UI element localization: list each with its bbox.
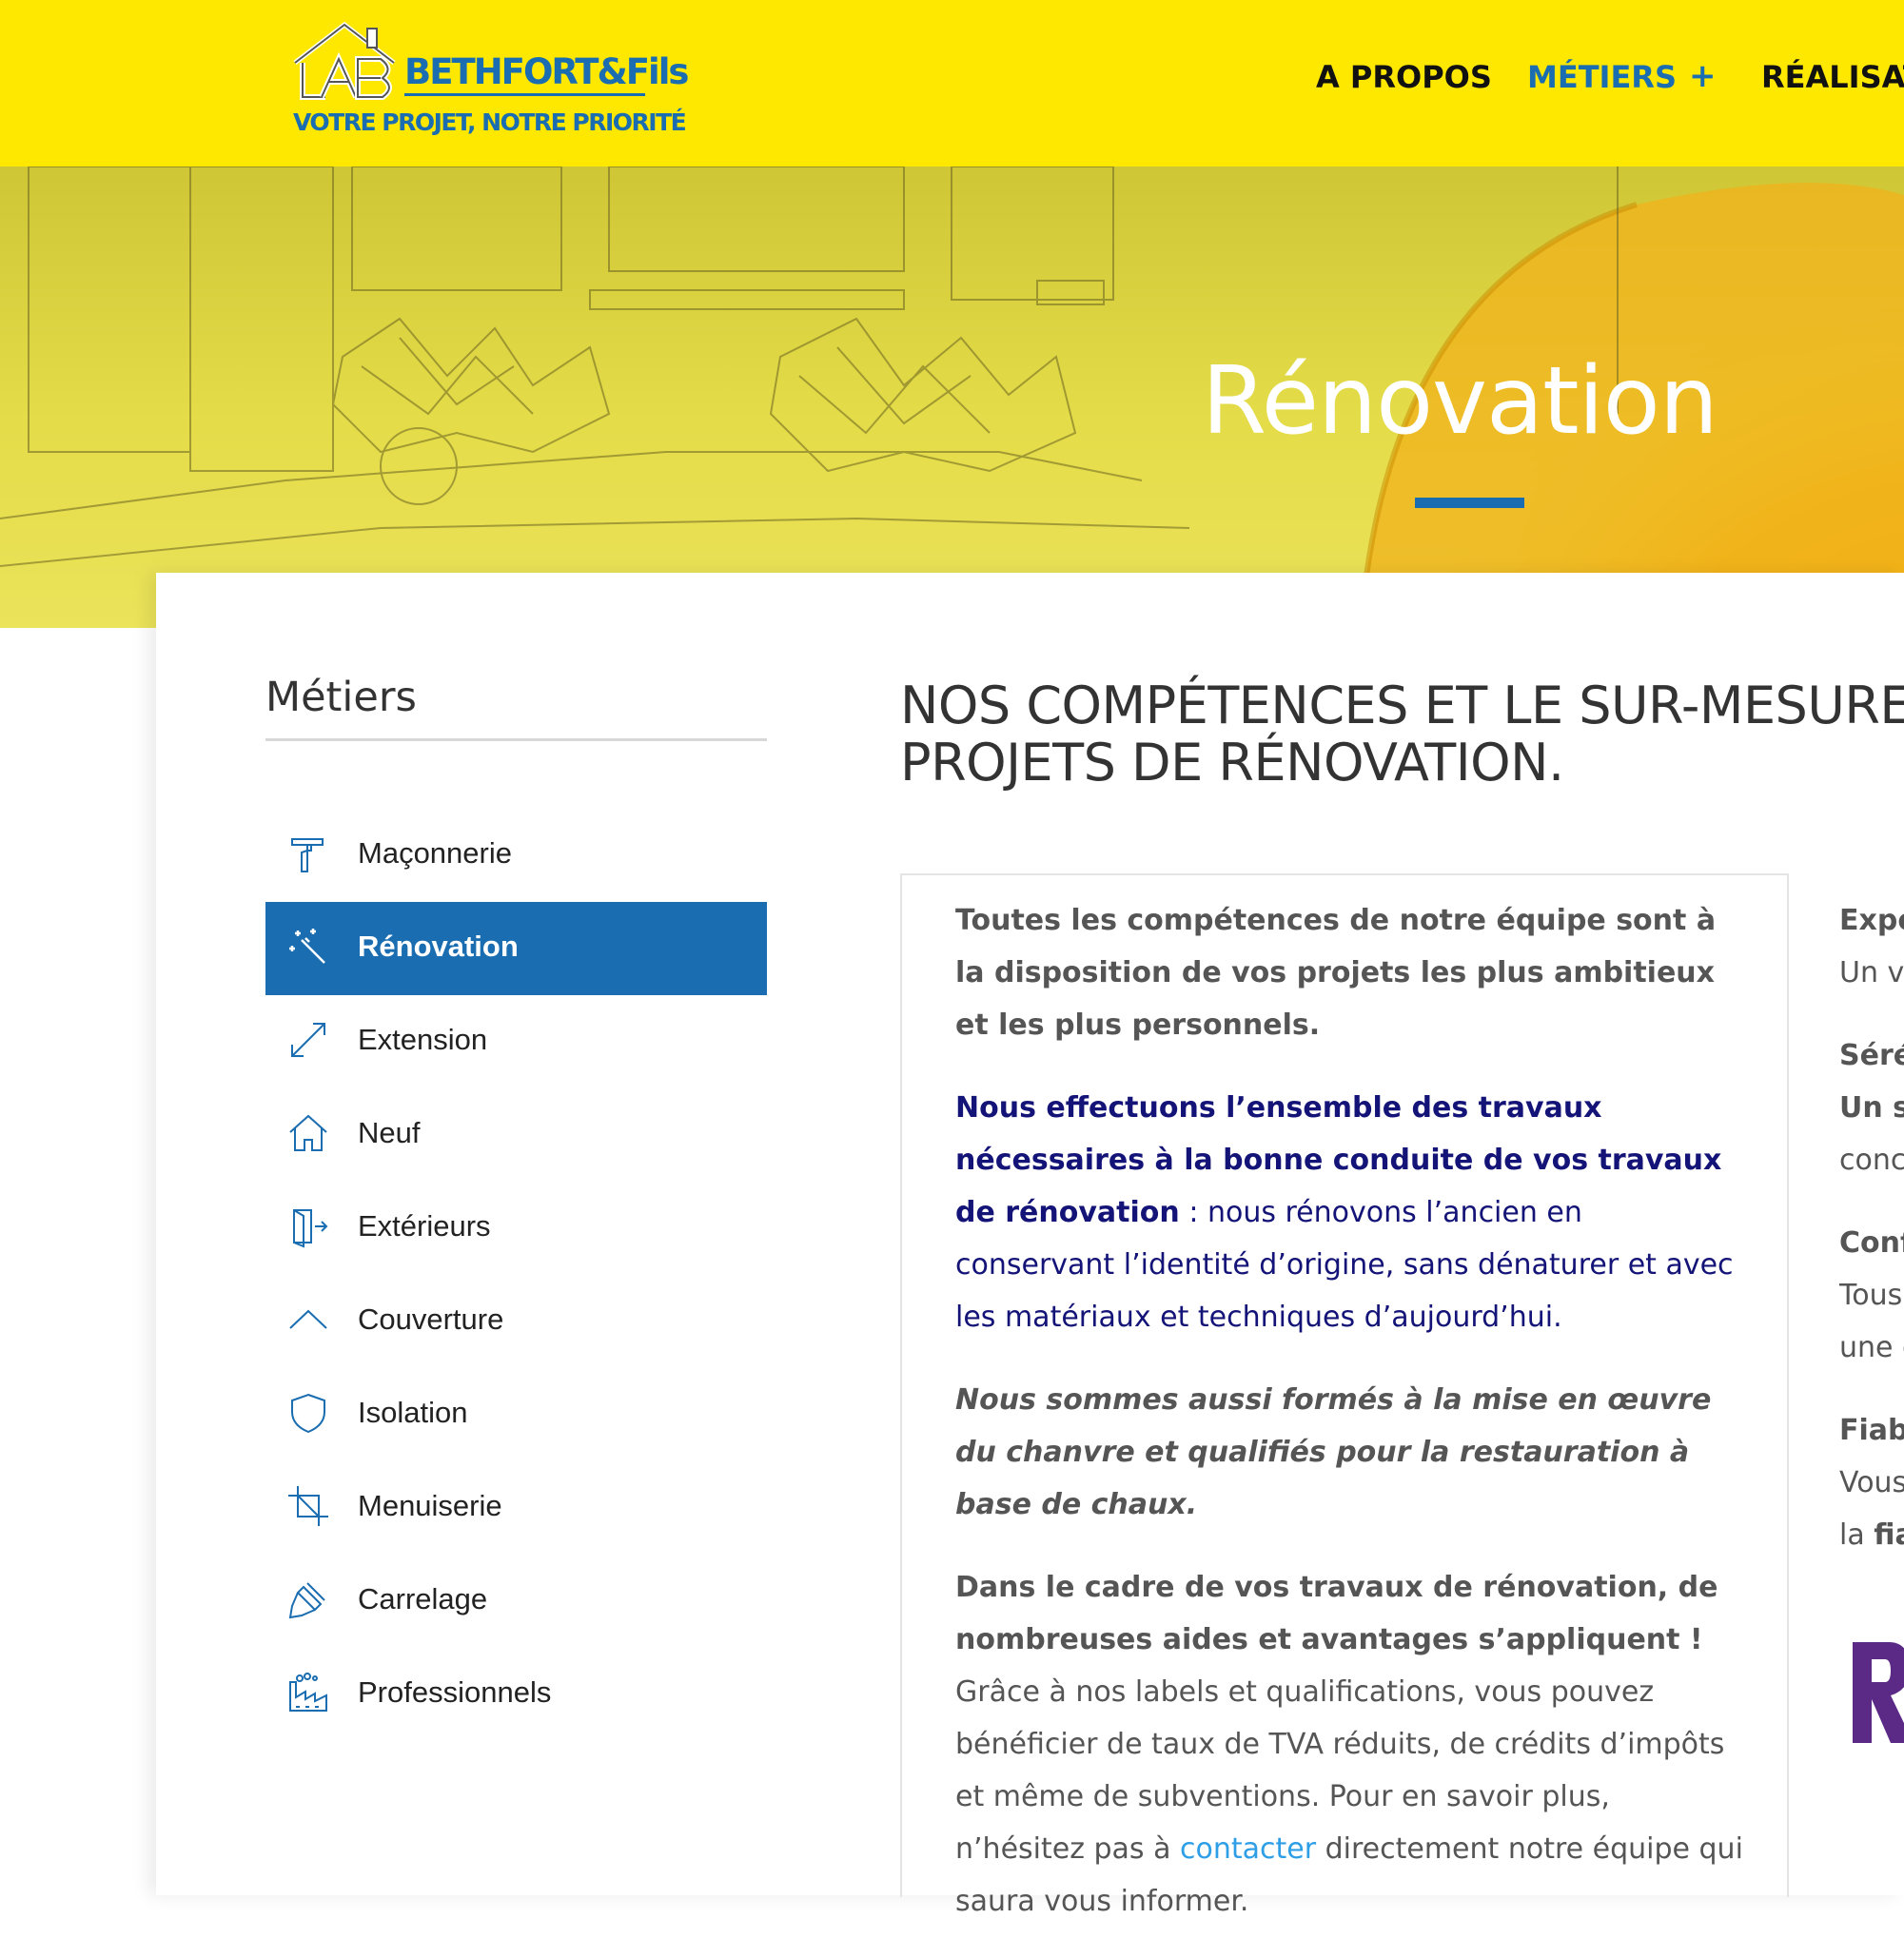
content-column-1: Toutes les compétences de notre équipe s…: [955, 894, 1745, 1958]
site-header: BETHFORT&Fils VOTRE PROJET, NOTRE PRIORI…: [0, 0, 1904, 166]
sidebar-item-professionnels[interactable]: Professionnels: [265, 1648, 767, 1741]
crop-icon: [288, 1486, 328, 1526]
sidebar-item-neuf[interactable]: Neuf: [265, 1088, 767, 1182]
sidebar-item-label: Extérieurs: [358, 1209, 491, 1243]
col2-text: Tous: [1839, 1279, 1903, 1312]
col2-heading-serenite: Séré: [1839, 1039, 1904, 1072]
intro-paragraph: Toutes les compétences de notre équipe s…: [955, 904, 1717, 1042]
sidebar-item-couverture[interactable]: Couverture: [265, 1275, 767, 1368]
sidebar-item-label: Professionnels: [358, 1675, 552, 1709]
col2-heading-fiabilite: Fiab: [1839, 1414, 1904, 1447]
logo-name: BETHFORT&Fils: [404, 51, 689, 92]
sidebar-item-extension[interactable]: Extension: [265, 995, 767, 1088]
shield-icon: [291, 1393, 325, 1434]
submenu-plus-icon[interactable]: +: [1689, 57, 1717, 95]
nav-item-a-propos[interactable]: A PROPOS: [1316, 59, 1492, 95]
sidebar-item-label: Neuf: [358, 1116, 421, 1149]
site-logo[interactable]: BETHFORT&Fils VOTRE PROJET, NOTRE PRIORI…: [285, 21, 689, 140]
works-paragraph: Nous effectuons l’ensemble des travaux n…: [955, 1082, 1745, 1343]
training-paragraph: Nous sommes aussi formés à la mise en œu…: [955, 1383, 1712, 1521]
col2-text: une g: [1839, 1331, 1904, 1364]
door-exit-icon: [293, 1209, 328, 1248]
contact-link[interactable]: contacter: [1180, 1832, 1316, 1866]
sidebar-item-label: Menuiserie: [358, 1489, 502, 1522]
sidebar-title: Métiers: [265, 674, 417, 721]
factory-icon: [289, 1673, 327, 1712]
nav-item-metiers[interactable]: MÉTIERS: [1527, 59, 1677, 95]
sidebar-item-label: Extension: [358, 1023, 488, 1056]
magic-wand-icon: [289, 929, 325, 964]
col2-heading-confiance: Conf: [1839, 1226, 1904, 1260]
sidebar-item-maconnerie[interactable]: Maçonnerie: [265, 809, 767, 902]
logo-underline: [404, 93, 645, 96]
sidebar-item-renovation[interactable]: Rénovation: [265, 902, 767, 995]
sidebar-item-label: Couverture: [358, 1302, 504, 1336]
section-heading-line-1: NOS COMPÉTENCES ET LE SUR-MESURE: [900, 676, 1904, 735]
sidebar-item-isolation[interactable]: Isolation: [265, 1368, 767, 1461]
sidebar-item-label: Rénovation: [358, 930, 519, 963]
paint-brush-icon: [288, 1582, 325, 1619]
certification-logo: [1847, 1636, 1904, 1751]
col2-text: la fia: [1839, 1509, 1904, 1561]
hero-title-underline: [1415, 498, 1524, 508]
col2-text-bold: Un s: [1839, 1091, 1904, 1125]
section-heading-line-2: PROJETS DE RÉNOVATION.: [900, 733, 1564, 793]
trowel-icon: [291, 838, 324, 872]
col2-heading-experience: Expé: [1839, 904, 1904, 937]
expand-arrows-icon: [291, 1023, 325, 1057]
sidebar-item-label: Maçonnerie: [358, 836, 512, 870]
sidebar-item-menuiserie[interactable]: Menuiserie: [265, 1461, 767, 1555]
sidebar-item-label: Carrelage: [358, 1582, 488, 1615]
certification-logo-image: [1853, 1642, 1904, 1743]
sidebar-item-label: Isolation: [358, 1396, 468, 1429]
col2-text-bold-part: fia: [1874, 1518, 1904, 1552]
house-icon: [289, 1114, 327, 1151]
logo-tagline: VOTRE PROJET, NOTRE PRIORITÉ: [293, 108, 687, 136]
logo-house-icon: [293, 21, 396, 100]
content-column-2: Expé Un v Séré Un s conc Conf Tous une g…: [1839, 894, 1904, 1561]
col2-text: Vous: [1839, 1466, 1904, 1499]
nav-item-realisations[interactable]: RÉALISAT: [1761, 59, 1904, 95]
chevron-up-icon: [289, 1309, 327, 1329]
hero-banner: Rénovation: [0, 166, 1904, 628]
hero-title: Rénovation: [1202, 347, 1718, 456]
col2-text-part: la: [1839, 1518, 1875, 1552]
aids-paragraph-bold: Dans le cadre de vos travaux de rénovati…: [955, 1571, 1718, 1656]
section-heading: NOS COMPÉTENCES ET LE SUR-MESURE PROJETS…: [900, 677, 1904, 792]
sidebar-item-carrelage[interactable]: Carrelage: [265, 1555, 767, 1648]
col2-text: Un v: [1839, 956, 1904, 989]
col2-text: conc: [1839, 1144, 1904, 1177]
sidebar-divider: [265, 738, 767, 741]
aids-paragraph: Dans le cadre de vos travaux de rénovati…: [955, 1561, 1745, 1928]
sidebar-item-exterieurs[interactable]: Extérieurs: [265, 1182, 767, 1275]
